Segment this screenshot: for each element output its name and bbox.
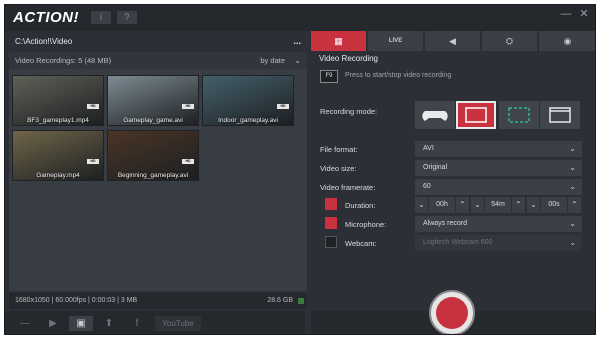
- window-icon: [549, 107, 571, 123]
- play-button[interactable]: ▶: [45, 316, 61, 331]
- duration-hours[interactable]: 00h: [429, 197, 455, 213]
- info-button[interactable]: i: [91, 11, 111, 24]
- tab-audio[interactable]: ◀: [425, 31, 481, 51]
- title-bar: ACTION! i ? — ✕: [5, 5, 595, 31]
- chevron-down-icon[interactable]: ⌄: [294, 52, 301, 69]
- duration-minutes[interactable]: 54m: [485, 197, 511, 213]
- hd-badge: HD: [277, 104, 289, 109]
- duration-seconds[interactable]: 00s: [541, 197, 567, 213]
- tab-video-recording[interactable]: ▦: [311, 31, 367, 51]
- framerate-value: 60: [423, 183, 431, 190]
- hd-badge: HD: [182, 159, 194, 164]
- tab-live-streaming[interactable]: LIVE: [368, 31, 424, 51]
- delete-button[interactable]: —: [17, 316, 33, 331]
- webcam-label: Webcam:: [345, 239, 377, 248]
- microphone-select[interactable]: Always record ⌄: [415, 216, 582, 232]
- tab-benchmark[interactable]: ⛭: [482, 31, 538, 51]
- section-title: Video Recording: [319, 54, 379, 63]
- upload-button[interactable]: ⬆: [101, 316, 117, 331]
- hd-badge: HD: [182, 104, 194, 109]
- thumbnail-item[interactable]: HD Gameplay.mp4: [12, 130, 104, 181]
- thumbnail-grid: HD BF3_gameplay1.mp4 HD Gameplay_game.av…: [9, 69, 307, 291]
- close-button[interactable]: ✕: [578, 8, 590, 20]
- app-window: ACTION! i ? — ✕ C:\Action!\Video ... Vid…: [4, 4, 596, 335]
- framerate-select[interactable]: 60 ⌄: [415, 179, 582, 195]
- screenshot-folder-button[interactable]: ▣: [69, 316, 93, 331]
- webcam-select[interactable]: Logitech Webcam 600 ⌄: [415, 235, 582, 251]
- settings-tabs: ▦ LIVE ◀ ⛭ ◉: [311, 31, 595, 51]
- path-bar: C:\Action!\Video ...: [9, 33, 307, 50]
- microphone-label: Microphone:: [345, 220, 387, 229]
- chevron-down-icon: ⌄: [569, 163, 576, 172]
- hd-badge: HD: [87, 104, 99, 109]
- thumbnail-label: BF3_gameplay1.mp4: [27, 117, 89, 124]
- fullscreen-icon: [465, 107, 487, 123]
- app-logo: ACTION!: [13, 9, 79, 26]
- mode-gamepad-button[interactable]: [415, 101, 455, 129]
- mode-fullscreen-button[interactable]: [456, 101, 496, 129]
- file-format-select[interactable]: AVI ⌄: [415, 141, 582, 157]
- thumbnail-item[interactable]: HD Gameplay_game.avi: [107, 75, 199, 126]
- record-button[interactable]: [429, 290, 475, 334]
- webcam-value: Logitech Webcam 600: [423, 239, 493, 246]
- chevron-down-icon: ⌄: [569, 238, 576, 247]
- help-button[interactable]: ?: [117, 11, 137, 24]
- sort-select[interactable]: by date: [260, 52, 285, 69]
- microphone-checkbox[interactable]: [325, 217, 337, 229]
- disk-icon: [298, 298, 304, 304]
- recording-mode-label: Recording mode:: [320, 107, 378, 116]
- hd-badge: HD: [87, 159, 99, 164]
- path-text: C:\Action!\Video: [15, 37, 73, 46]
- recording-info-bar: 1680x1050 | 60.000fps | 0:00:03 | 3 MB 2…: [9, 293, 307, 309]
- video-size-select[interactable]: Original ⌄: [415, 160, 582, 176]
- minutes-up-button[interactable]: ⌃: [512, 197, 525, 213]
- recordings-panel: C:\Action!\Video ... Video Recordings: 5…: [9, 31, 307, 311]
- framerate-label: Video framerate:: [320, 183, 376, 192]
- minimize-button[interactable]: —: [560, 8, 572, 20]
- free-space: 28.6 GB: [267, 297, 293, 304]
- thumbnail-label: Gameplay.mp4: [36, 172, 80, 179]
- thumbnail-label: Beginning_gameplay.avi: [117, 172, 189, 179]
- video-size-value: Original: [423, 164, 448, 171]
- hotkey-hint: Press to start/stop video recording: [345, 72, 452, 79]
- thumbnail-label: Gameplay_game.avi: [123, 117, 183, 124]
- settings-panel: ▦ LIVE ◀ ⛭ ◉ Video Recording F9 Press to…: [311, 31, 595, 334]
- file-format-label: File format:: [320, 145, 358, 154]
- webcam-checkbox[interactable]: [325, 236, 337, 248]
- seconds-up-button[interactable]: ⌃: [568, 197, 581, 213]
- duration-label: Duration:: [345, 201, 376, 210]
- list-header: Video Recordings: 5 (48 MB) by date ⌄: [9, 52, 307, 69]
- mode-window-button[interactable]: [540, 101, 580, 129]
- video-size-label: Video size:: [320, 164, 357, 173]
- microphone-value: Always record: [423, 220, 467, 227]
- hours-up-button[interactable]: ⌃: [456, 197, 469, 213]
- file-format-value: AVI: [423, 145, 434, 152]
- thumbnail-label: Indoor_gameplay.avi: [218, 117, 278, 124]
- thumbnail-item[interactable]: HD BF3_gameplay1.mp4: [12, 75, 104, 126]
- hotkey-button[interactable]: F9: [320, 70, 338, 83]
- gamepad-icon: [422, 111, 448, 121]
- seconds-down-button[interactable]: ⌄: [527, 197, 540, 213]
- path-menu-button[interactable]: ...: [293, 33, 301, 50]
- thumbnail-item[interactable]: HD Beginning_gameplay.avi: [107, 130, 199, 181]
- chevron-down-icon: ⌄: [569, 144, 576, 153]
- mode-region-button[interactable]: [499, 101, 539, 129]
- record-icon: [436, 297, 468, 329]
- recording-info: 1680x1050 | 60.000fps | 0:00:03 | 3 MB: [15, 297, 138, 304]
- tab-screenshots[interactable]: ◉: [539, 31, 595, 51]
- facebook-button[interactable]: f: [129, 316, 145, 331]
- minutes-down-button[interactable]: ⌄: [471, 197, 484, 213]
- region-icon: [508, 107, 530, 123]
- duration-checkbox[interactable]: [325, 198, 337, 210]
- chevron-down-icon: ⌄: [569, 182, 576, 191]
- action-toolbar: — ▶ ▣ ⬆ f YouTube: [5, 311, 305, 334]
- recordings-count: Video Recordings: 5 (48 MB): [15, 56, 112, 65]
- hours-down-button[interactable]: ⌄: [415, 197, 428, 213]
- youtube-button[interactable]: YouTube: [155, 316, 201, 331]
- chevron-down-icon: ⌄: [569, 219, 576, 228]
- thumbnail-item[interactable]: HD Indoor_gameplay.avi: [202, 75, 294, 126]
